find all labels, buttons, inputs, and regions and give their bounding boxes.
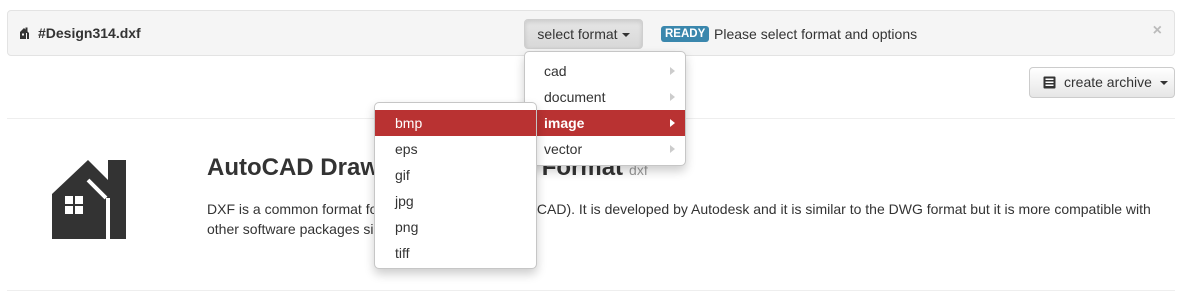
status-message: Please select format and options [714,26,918,42]
menu-item-document[interactable]: document [525,84,685,110]
house-icon [52,160,126,239]
submenu-item-jpg[interactable]: jpg [375,188,536,214]
menu-item-label: cad [544,63,567,79]
file-name: #Design314.dxf [38,25,141,41]
select-format-label: select format [537,26,618,42]
close-icon[interactable]: × [1153,22,1162,40]
file-bar: #Design314.dxf select format READY Pleas… [7,10,1175,56]
menu-item-label: document [544,89,606,105]
menu-item-label: vector [544,141,583,157]
format-description: DXF is a common format for computer-aide… [207,201,1151,237]
submenu-item-eps[interactable]: eps [375,136,536,162]
file-house-icon [20,27,29,39]
chevron-right-icon [670,145,675,153]
create-archive-button[interactable]: create archive [1029,67,1175,98]
submenu-item-label: jpg [395,193,414,209]
archive-icon [1043,76,1056,89]
submenu-item-tiff[interactable]: tiff [375,240,536,266]
submenu-item-label: png [395,219,419,235]
select-format-button[interactable]: select format [524,19,643,49]
menu-item-cad[interactable]: cad [525,58,685,84]
menu-item-image[interactable]: image [525,110,685,136]
image-format-submenu: bmp eps gif jpg png tiff [374,102,537,269]
status-badge: READY [661,26,710,42]
divider [7,290,1175,291]
caret-down-icon [621,33,630,38]
submenu-item-label: bmp [395,115,423,131]
submenu-item-label: gif [395,167,410,183]
create-archive-label: create archive [1064,74,1152,90]
submenu-item-gif[interactable]: gif [375,162,536,188]
chevron-right-icon [670,67,675,75]
chevron-right-icon [670,119,675,127]
submenu-item-label: eps [395,141,418,157]
format-dropdown-menu: cad document image vector [524,51,686,166]
menu-item-vector[interactable]: vector [525,136,685,162]
chevron-right-icon [670,93,675,101]
submenu-item-label: tiff [395,245,410,261]
caret-down-icon [1160,81,1168,85]
menu-item-label: image [544,115,585,131]
submenu-item-png[interactable]: png [375,214,536,240]
submenu-item-bmp[interactable]: bmp [375,110,536,136]
